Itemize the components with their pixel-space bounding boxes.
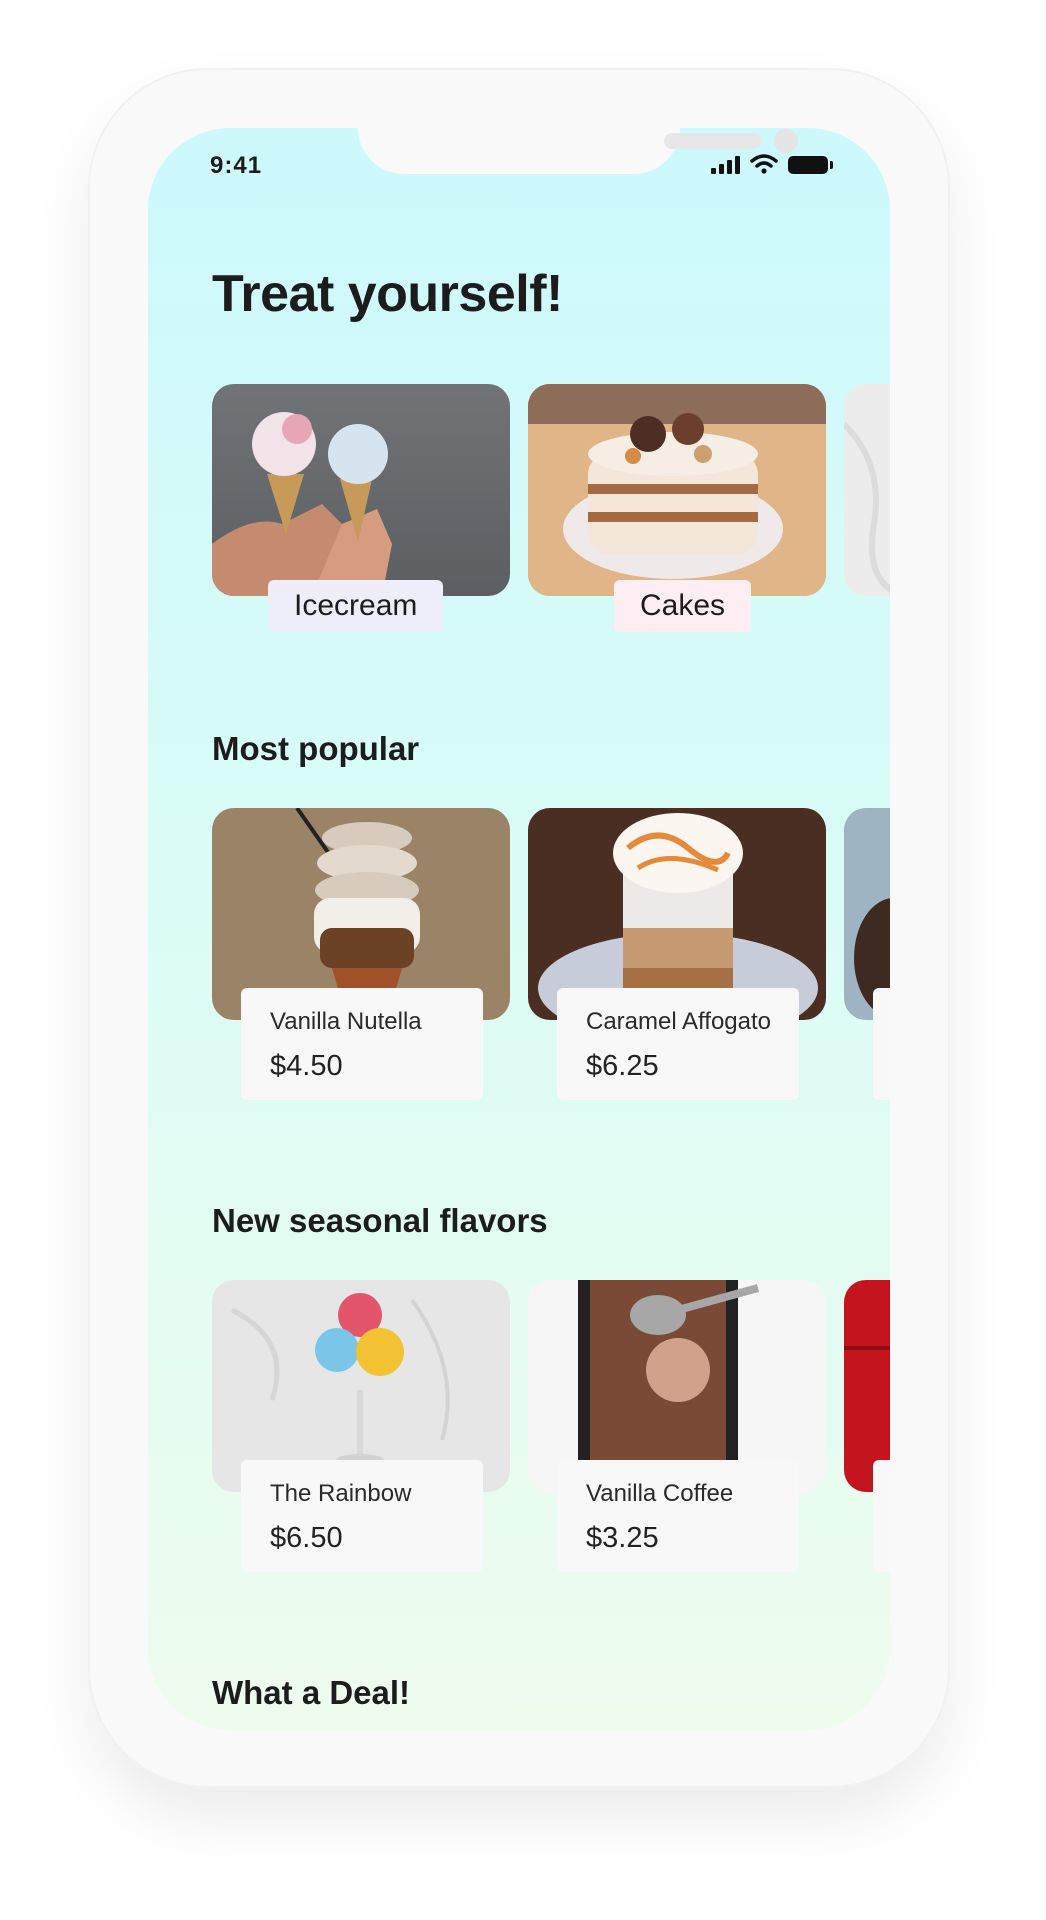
product-name: Vanilla Nutella xyxy=(270,1008,422,1035)
battery-icon xyxy=(788,156,833,174)
product-card-vanilla-nutella[interactable]: Vanilla Nutella $4.50 xyxy=(241,988,483,1100)
signal-icon xyxy=(711,156,740,174)
product-price: $3.25 xyxy=(586,1522,659,1554)
device-notch xyxy=(358,128,798,174)
product-price: $4.50 xyxy=(270,1050,343,1082)
product-card-vanilla-coffee[interactable]: Vanilla Coffee $3.25 xyxy=(557,1460,799,1572)
section-title-popular: Most popular xyxy=(212,730,420,767)
popular-carousel[interactable]: Vanilla Nutella $4.50 Caramel Affogato $… xyxy=(212,808,890,1138)
product-name: The Rainbow xyxy=(270,1480,412,1507)
category-card-icecream[interactable] xyxy=(212,384,510,596)
product-card-partial[interactable] xyxy=(873,988,890,1100)
section-title-seasonal: New seasonal flavors xyxy=(212,1202,548,1239)
category-card-more[interactable] xyxy=(844,384,890,596)
marble-photo xyxy=(844,384,890,596)
seasonal-carousel[interactable]: The Rainbow $6.50 Vanilla Coffee $3.25 xyxy=(212,1280,890,1610)
category-card-cakes[interactable] xyxy=(528,384,826,596)
cake-photo xyxy=(528,384,826,596)
front-camera xyxy=(774,129,798,153)
status-time: 9:41 xyxy=(210,152,263,179)
category-label-cakes: Cakes xyxy=(614,580,752,632)
product-card-the-rainbow[interactable]: The Rainbow $6.50 xyxy=(241,1460,483,1572)
section-title-deal: What a Deal! xyxy=(212,1674,411,1711)
speaker-grille xyxy=(664,133,762,149)
wifi-icon xyxy=(750,154,778,174)
product-price: $6.50 xyxy=(270,1522,343,1554)
status-icons xyxy=(711,154,833,174)
category-carousel[interactable]: Icecream Cakes xyxy=(212,384,890,684)
product-card-partial[interactable] xyxy=(873,1460,890,1572)
page-title: Treat yourself! xyxy=(212,265,563,323)
icecream-photo xyxy=(212,384,510,596)
product-price: $6.25 xyxy=(586,1050,659,1082)
product-name: Caramel Affogato xyxy=(586,1008,772,1035)
app-screen: 9:41 Treat yourself! Icecream Cakes Most… xyxy=(148,128,890,1730)
product-name: Vanilla Coffee xyxy=(586,1480,734,1507)
product-card-caramel-affogato[interactable]: Caramel Affogato $6.25 xyxy=(557,988,799,1100)
category-label-icecream: Icecream xyxy=(268,580,444,632)
